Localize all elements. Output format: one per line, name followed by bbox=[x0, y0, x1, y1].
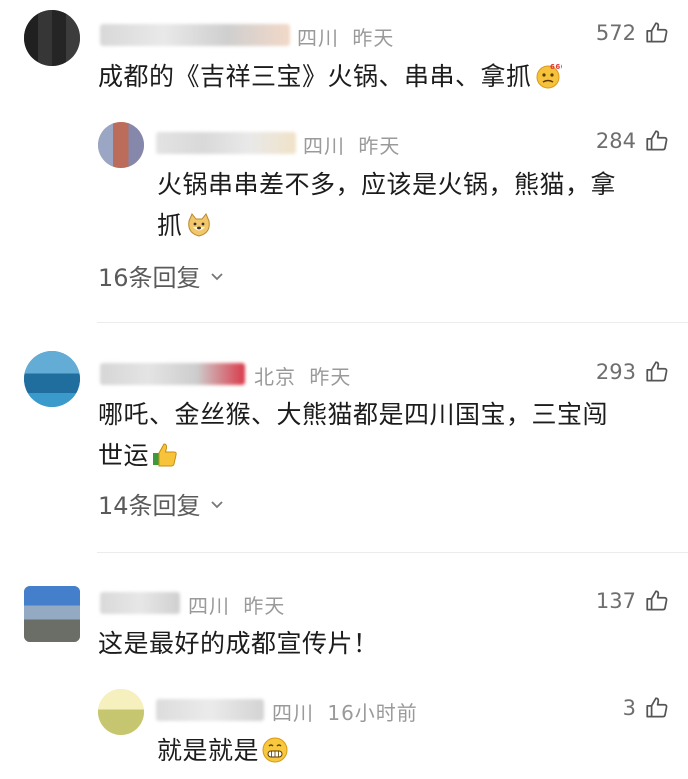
reply-username-blurred[interactable] bbox=[156, 132, 296, 154]
reply-meta: 四川 16小时前 bbox=[272, 697, 418, 726]
like-button[interactable]: 572 bbox=[596, 20, 670, 46]
time: 昨天 bbox=[358, 134, 401, 158]
thumb-up-icon bbox=[646, 361, 668, 382]
time: 昨天 bbox=[243, 594, 286, 618]
comment-2: 北京 昨天 293 哪吒、金丝猴、大熊猫都是四川国宝，三宝闯 世运 14条回复 bbox=[0, 340, 688, 550]
like-button[interactable]: 293 bbox=[596, 359, 670, 385]
like-count: 137 bbox=[595, 589, 636, 613]
like-count: 293 bbox=[595, 360, 636, 384]
comment-meta: 北京 昨天 bbox=[254, 361, 351, 390]
comment-meta: 四川 昨天 bbox=[297, 22, 394, 51]
chevron-down-icon bbox=[210, 272, 223, 280]
thumb-up-icon bbox=[646, 697, 668, 718]
comment-text: 这是最好的成都宣传片！ bbox=[98, 629, 379, 658]
chevron-down-icon bbox=[210, 500, 223, 508]
reply-meta: 四川 昨天 bbox=[303, 130, 400, 159]
avatar[interactable] bbox=[24, 351, 80, 407]
location: 四川 bbox=[188, 594, 230, 618]
like-button[interactable]: 137 bbox=[596, 588, 670, 614]
username-blurred[interactable] bbox=[100, 24, 290, 46]
reply-avatar[interactable] bbox=[98, 689, 144, 735]
reply-username-blurred[interactable] bbox=[156, 699, 264, 721]
location: 北京 bbox=[254, 365, 296, 389]
doge-emoji bbox=[185, 210, 213, 238]
thinking-666-emoji: 666 bbox=[534, 61, 565, 89]
username-blurred[interactable] bbox=[100, 592, 180, 614]
divider bbox=[97, 552, 688, 553]
thumb-up-icon bbox=[646, 22, 668, 43]
avatar[interactable] bbox=[24, 586, 80, 642]
comment-text: 哪吒、金丝猴、大熊猫都是四川国宝，三宝闯 世运 bbox=[98, 400, 609, 470]
comment-1: 四川 昨天 572 成都的《吉祥三宝》火锅、串串、拿抓666 四川 昨天 284… bbox=[0, 0, 688, 320]
view-replies-button[interactable]: 14条回复 bbox=[98, 486, 225, 521]
like-count: 3 bbox=[622, 696, 636, 720]
reply-like-button[interactable]: 3 bbox=[623, 695, 670, 721]
username-blurred[interactable] bbox=[100, 363, 245, 385]
reply-like-button[interactable]: 284 bbox=[596, 128, 670, 154]
thumb-up-icon bbox=[646, 130, 668, 151]
location: 四川 bbox=[297, 26, 339, 50]
thumbs-up-emoji bbox=[151, 440, 179, 468]
location: 四川 bbox=[303, 134, 345, 158]
view-replies-button[interactable]: 16条回复 bbox=[98, 258, 225, 293]
divider bbox=[97, 322, 688, 323]
reply-text: 就是就是 bbox=[157, 730, 289, 771]
avatar[interactable] bbox=[24, 10, 80, 66]
like-count: 572 bbox=[595, 21, 636, 45]
reply-text: 火锅串串差不多，应该是火锅，熊猫，拿 抓 bbox=[157, 170, 617, 240]
time: 昨天 bbox=[309, 365, 352, 389]
like-count: 284 bbox=[595, 129, 636, 153]
comment-3: 四川 昨天 137 这是最好的成都宣传片！ 四川 16小时前 3 就是就是 bbox=[0, 570, 688, 779]
reply-avatar[interactable] bbox=[98, 122, 144, 168]
location: 四川 bbox=[272, 701, 314, 725]
grinning-emoji bbox=[261, 735, 289, 763]
svg-text:666: 666 bbox=[550, 63, 562, 71]
time: 昨天 bbox=[352, 26, 395, 50]
comment-text: 成都的《吉祥三宝》火锅、串串、拿抓666 bbox=[98, 56, 565, 97]
comment-meta: 四川 昨天 bbox=[188, 590, 285, 619]
thumb-up-icon bbox=[646, 590, 668, 611]
time: 16小时前 bbox=[327, 701, 418, 725]
